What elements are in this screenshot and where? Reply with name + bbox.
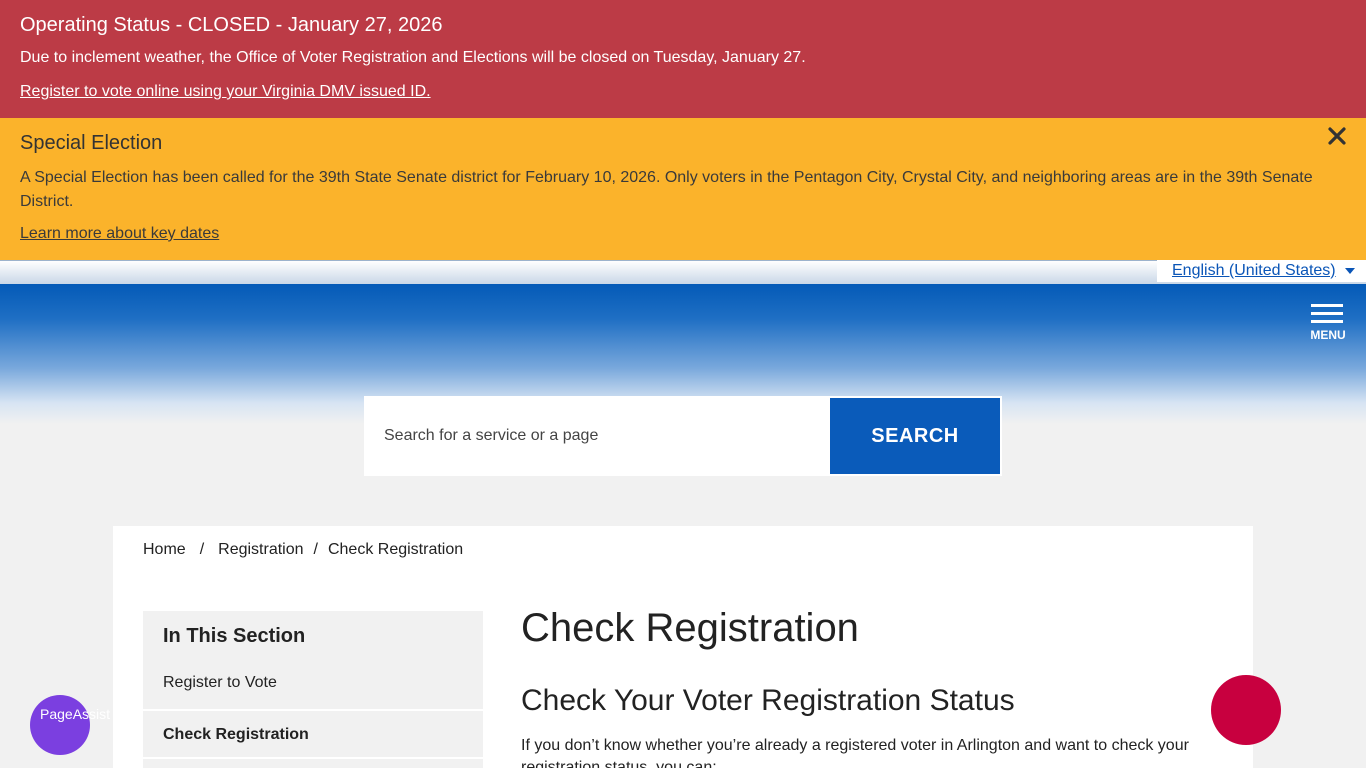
search-button[interactable]: SEARCH xyxy=(830,398,1000,474)
key-dates-link[interactable]: Learn more about key dates xyxy=(20,224,219,244)
breadcrumb-current: Check Registration xyxy=(327,541,464,558)
chat-button[interactable] xyxy=(1211,675,1281,745)
section-sidebar: In This Section Register to Vote Check R… xyxy=(143,611,483,768)
sidebar-item-label: Register to Vote xyxy=(163,674,277,691)
page-title: Check Registration xyxy=(521,606,859,650)
breadcrumb-home[interactable]: Home xyxy=(143,541,186,559)
breadcrumb: Home / Registration / Check Registration xyxy=(143,541,463,559)
sidebar-item-label: Check Registration xyxy=(163,726,309,743)
page-assist-alt-text: PageAssist Personalization Options xyxy=(40,706,120,722)
sidebar-item-check-registration[interactable]: Check Registration xyxy=(143,709,483,759)
page-assist-button[interactable] xyxy=(30,695,90,755)
sidebar-item-register-to-vote[interactable]: Register to Vote xyxy=(143,659,483,709)
register-online-link[interactable]: Register to vote online using your Virgi… xyxy=(20,82,431,102)
menu-button[interactable]: MENU xyxy=(1307,302,1349,344)
breadcrumb-registration[interactable]: Registration xyxy=(218,541,303,559)
breadcrumb-separator: / xyxy=(199,541,205,558)
close-icon[interactable] xyxy=(1327,126,1347,146)
operating-status-title: Operating Status - CLOSED - January 27, … xyxy=(20,14,443,36)
page-subtitle: Check Your Voter Registration Status xyxy=(521,684,1015,717)
sidebar-title: In This Section xyxy=(163,625,306,647)
language-select-link[interactable]: English (United States) xyxy=(1172,262,1336,280)
special-election-title: Special Election xyxy=(20,132,163,154)
page-body-text: If you don’t know whether you’re already… xyxy=(521,737,1189,768)
operating-status-text: Due to inclement weather, the Office of … xyxy=(20,49,806,66)
chevron-down-icon[interactable] xyxy=(1345,268,1355,274)
search-input[interactable] xyxy=(364,396,830,476)
special-election-text: A Special Election has been called for t… xyxy=(20,169,1313,210)
hamburger-icon xyxy=(1311,304,1343,307)
breadcrumb-separator: / xyxy=(313,541,318,558)
hamburger-icon-bar xyxy=(1311,320,1343,323)
hamburger-icon-bar xyxy=(1311,312,1343,315)
menu-label: MENU xyxy=(1310,328,1346,342)
operating-status-alert: Operating Status - CLOSED - January 27, … xyxy=(0,0,1366,118)
special-election-alert: Special Election A Special Election has … xyxy=(0,118,1366,260)
